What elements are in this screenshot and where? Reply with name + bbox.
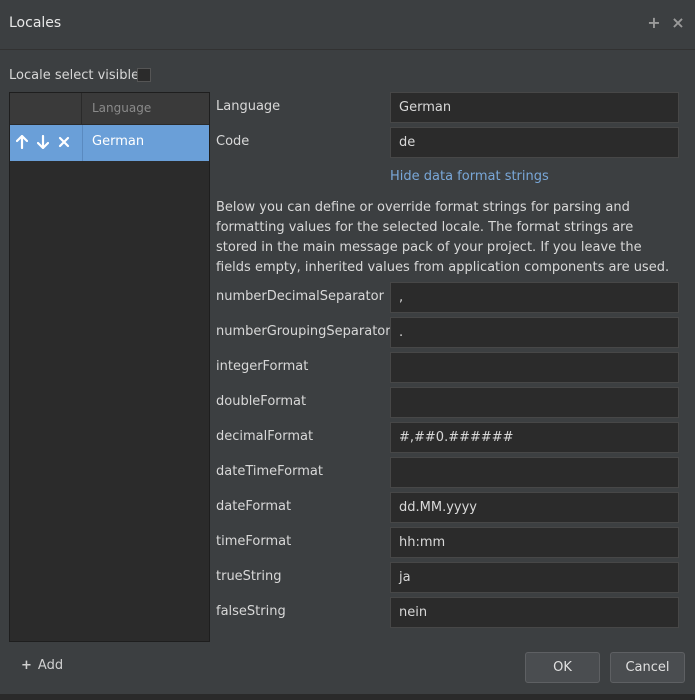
field-label: decimalFormat xyxy=(216,429,314,444)
number-decimal-separator-field[interactable]: , xyxy=(390,282,679,313)
delete-icon[interactable] xyxy=(57,135,71,151)
plus-icon: + xyxy=(21,658,32,673)
date-format-field[interactable]: dd.MM.yyyy xyxy=(390,492,679,523)
cancel-button[interactable]: Cancel xyxy=(610,652,685,683)
table-row[interactable]: German xyxy=(10,125,209,161)
double-format-field[interactable] xyxy=(390,387,679,418)
close-icon[interactable]: × xyxy=(670,13,686,33)
add-locale-button[interactable]: + Add xyxy=(21,658,63,673)
arrow-down-icon[interactable] xyxy=(36,134,50,151)
language-field[interactable]: German xyxy=(390,92,679,123)
time-format-field[interactable]: hh:mm xyxy=(390,527,679,558)
field-label: falseString xyxy=(216,604,286,619)
integer-format-field[interactable] xyxy=(390,352,679,383)
format-strings-description: Below you can define or override format … xyxy=(216,200,670,275)
code-field[interactable]: de xyxy=(390,127,679,158)
language-column-header[interactable]: Language xyxy=(92,101,151,115)
date-time-format-field[interactable] xyxy=(390,457,679,488)
false-string-field[interactable]: nein xyxy=(390,597,679,628)
actions-column-header xyxy=(10,93,82,125)
table-header: Language xyxy=(10,93,209,125)
locale-select-visible-checkbox[interactable] xyxy=(137,68,151,82)
plus-icon[interactable]: + xyxy=(646,13,662,33)
ok-button[interactable]: OK xyxy=(525,652,600,683)
dialog-titlebar: Locales + × xyxy=(0,0,695,50)
bottom-edge xyxy=(0,694,695,700)
locales-table: Language German xyxy=(9,92,210,642)
arrow-up-icon[interactable] xyxy=(15,134,29,151)
field-label: numberDecimalSeparator xyxy=(216,289,384,304)
language-label: Language xyxy=(216,99,281,114)
field-label: dateTimeFormat xyxy=(216,464,323,479)
field-label: doubleFormat xyxy=(216,394,307,409)
number-grouping-separator-field[interactable]: . xyxy=(390,317,679,348)
field-label: numberGroupingSeparator xyxy=(216,324,391,339)
locale-select-visible-label: Locale select visible xyxy=(9,68,140,83)
code-label: Code xyxy=(216,134,250,149)
field-label: dateFormat xyxy=(216,499,292,514)
decimal-format-field[interactable]: #,##0.###### xyxy=(390,422,679,453)
add-label: Add xyxy=(37,658,64,673)
true-string-field[interactable]: ja xyxy=(390,562,679,593)
hide-format-strings-link[interactable]: Hide data format strings xyxy=(390,169,549,184)
column-divider xyxy=(82,125,83,161)
field-label: trueString xyxy=(216,569,282,584)
field-label: timeFormat xyxy=(216,534,292,549)
field-label: integerFormat xyxy=(216,359,309,374)
row-language: German xyxy=(92,134,145,149)
dialog-title: Locales xyxy=(9,15,62,31)
